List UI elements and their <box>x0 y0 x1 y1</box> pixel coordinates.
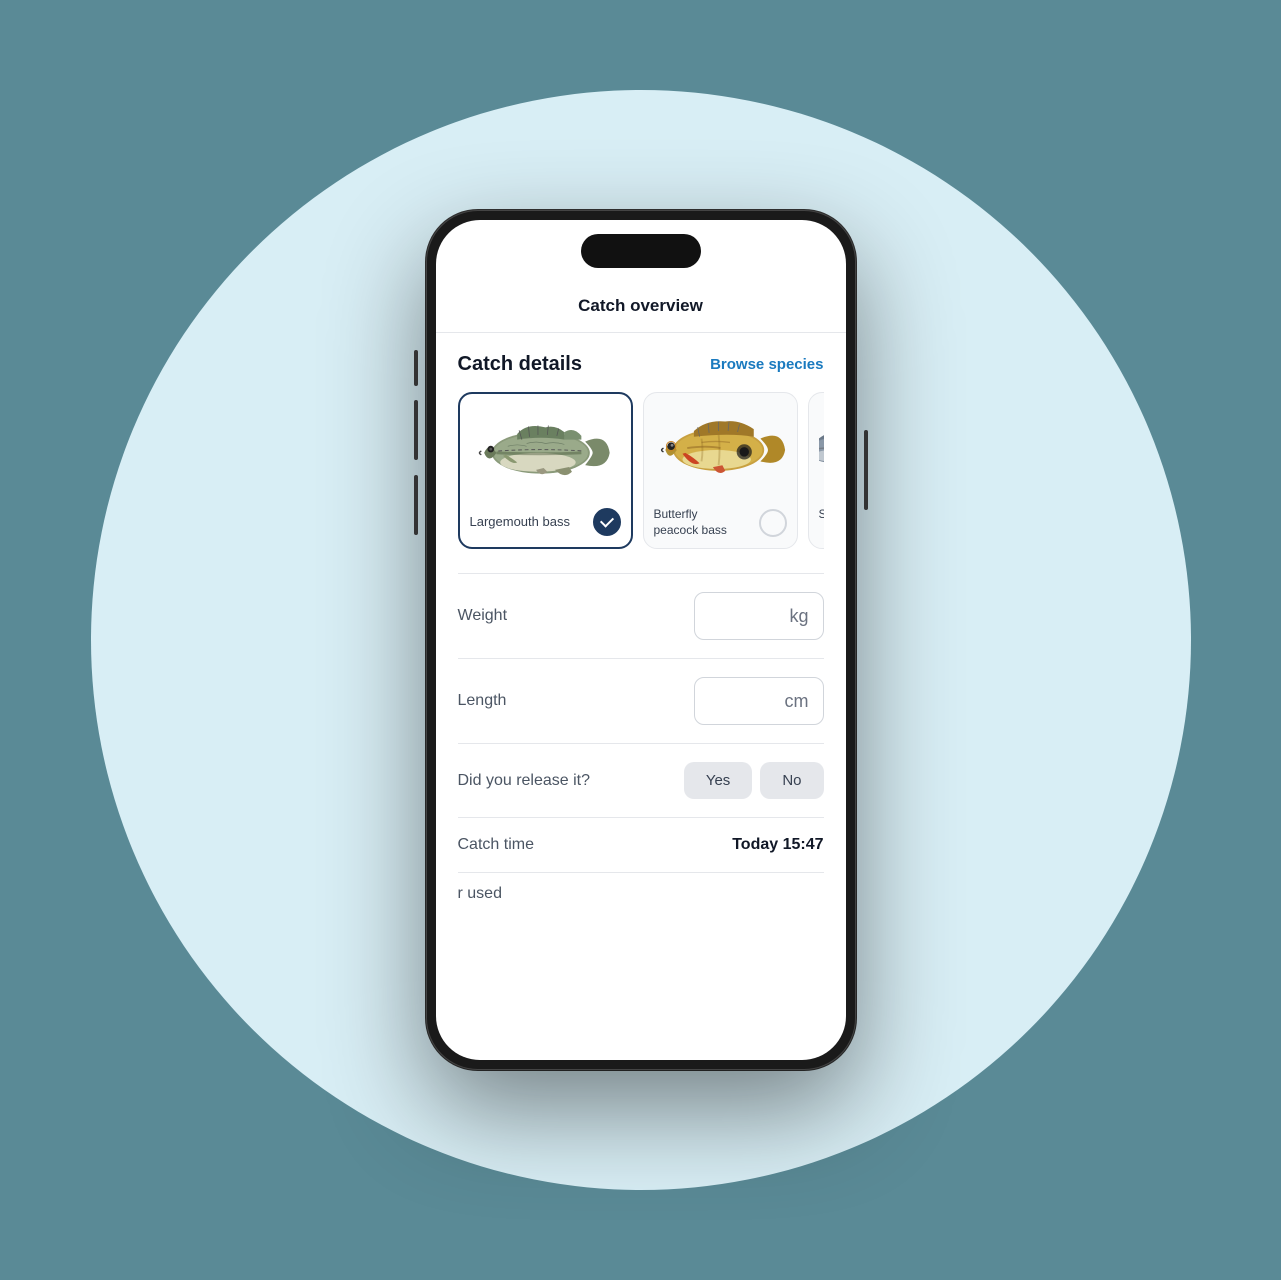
largemouth-bass-illustration <box>470 406 621 496</box>
catch-time-value: Today 15:47 <box>732 836 823 854</box>
catch-time-label: Catch time <box>458 836 534 854</box>
browse-species-link[interactable]: Browse species <box>710 356 823 373</box>
spotted-bass-illustration <box>819 405 824 495</box>
length-input[interactable]: cm <box>694 677 824 725</box>
power-button <box>864 430 868 510</box>
app-header: Catch overview <box>436 284 846 333</box>
no-button[interactable]: No <box>760 762 823 799</box>
yes-button[interactable]: Yes <box>684 762 752 799</box>
release-label: Did you release it? <box>458 772 591 790</box>
volume-down-button <box>414 475 418 535</box>
weight-label: Weight <box>458 607 508 625</box>
spotted-card-footer: Spotte <box>819 503 824 523</box>
release-row: Did you release it? Yes No <box>458 743 824 817</box>
length-row: Length cm <box>458 658 824 743</box>
background-circle: Catch overview Catch details Browse spec… <box>91 90 1191 1190</box>
page-title: Catch overview <box>578 296 703 315</box>
butterfly-peacock-bass-illustration <box>654 405 787 495</box>
screen-content: Catch overview Catch details Browse spec… <box>436 220 846 1060</box>
gear-used-label: r used <box>458 885 502 902</box>
length-label: Length <box>458 692 507 710</box>
fish-cards-row: Largemouth bass <box>458 392 824 549</box>
weight-row: Weight kg <box>458 573 824 658</box>
main-content: Catch details Browse species <box>436 333 846 1060</box>
release-toggle-group: Yes No <box>684 762 824 799</box>
spotted-bass-name: Spotte <box>819 507 824 523</box>
mute-button <box>414 350 418 386</box>
phone-frame: Catch overview Catch details Browse spec… <box>426 210 856 1070</box>
fish-card-largemouth-bass[interactable]: Largemouth bass <box>458 392 633 549</box>
catch-details-title: Catch details <box>458 353 582 376</box>
largemouth-select-indicator[interactable] <box>593 508 621 536</box>
peacock-card-footer: Butterflypeacock bass <box>654 503 787 538</box>
butterfly-peacock-name: Butterflypeacock bass <box>654 507 727 538</box>
length-unit: cm <box>785 691 809 712</box>
largemouth-bass-name: Largemouth bass <box>470 514 570 531</box>
dynamic-island <box>581 234 701 268</box>
peacock-select-indicator[interactable] <box>759 509 787 537</box>
fish-image-peacock <box>654 405 787 495</box>
catch-time-row: Catch time Today 15:47 <box>458 817 824 872</box>
weight-input[interactable]: kg <box>694 592 824 640</box>
fish-card-spotted[interactable]: Spotte <box>808 392 824 549</box>
fish-image-spotted <box>819 405 824 495</box>
weight-unit: kg <box>789 606 808 627</box>
fish-card-butterfly-peacock[interactable]: Butterflypeacock bass <box>643 392 798 549</box>
catch-details-header: Catch details Browse species <box>458 353 824 376</box>
gear-used-row: r used <box>458 872 824 903</box>
fish-image-largemouth <box>470 406 621 496</box>
volume-up-button <box>414 400 418 460</box>
largemouth-card-footer: Largemouth bass <box>470 504 621 536</box>
phone-screen: Catch overview Catch details Browse spec… <box>436 220 846 1060</box>
